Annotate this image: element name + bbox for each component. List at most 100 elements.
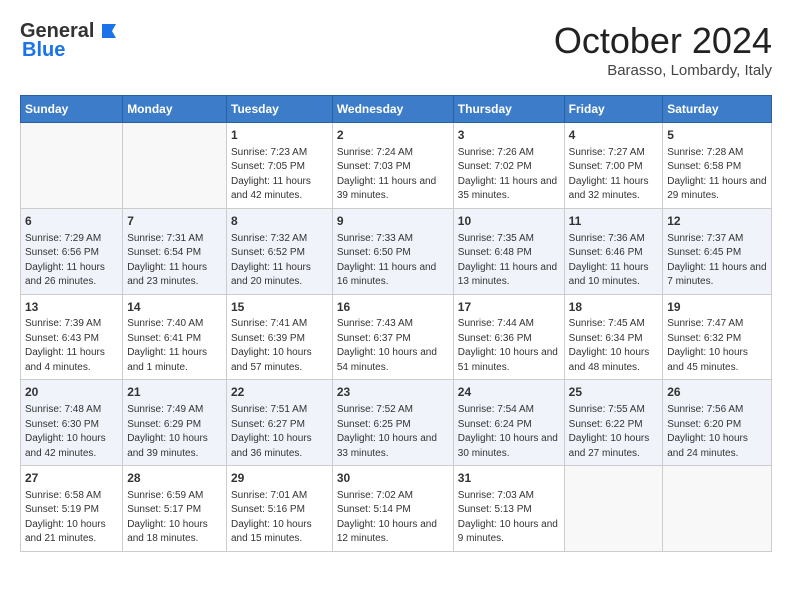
- calendar-week-row: 1Sunrise: 7:23 AM Sunset: 7:05 PM Daylig…: [21, 123, 772, 209]
- day-number: 4: [569, 127, 659, 144]
- calendar-cell: 7 Sunrise: 7:31 AM Sunset: 6:54 PM Daylig…: [123, 208, 227, 294]
- month-title: October 2024: [554, 20, 772, 62]
- day-number: 7: [127, 213, 222, 230]
- weekday-header-thursday: Thursday: [453, 96, 564, 123]
- day-number: 6: [25, 213, 118, 230]
- day-content: Sunrise: 7:36 AM Sunset: 6:46 PM Dayligh…: [569, 232, 659, 290]
- calendar-cell: 15Sunrise: 7:41 AM Sunset: 6:39 PM Dayli…: [227, 294, 333, 380]
- day-content: Sunrise: 7:35 AM Sunset: 6:48 PM Dayligh…: [458, 232, 560, 290]
- day-content: Sunrise: 7:39 AM Sunset: 6:43 PM Dayligh…: [25, 317, 118, 375]
- calendar-cell: 6 Sunrise: 7:29 AM Sunset: 6:56 PM Daylig…: [21, 208, 123, 294]
- calendar-cell: 10 Sunrise: 7:35 AM Sunset: 6:48 PM Dayli…: [453, 208, 564, 294]
- day-content: Sunrise: 7:29 AM Sunset: 6:56 PM Dayligh…: [25, 232, 118, 290]
- day-number: 3: [458, 127, 560, 144]
- weekday-header-sunday: Sunday: [21, 96, 123, 123]
- day-content: Sunrise: 7:56 AM Sunset: 6:20 PM Dayligh…: [667, 403, 767, 461]
- day-content: Sunrise: 7:24 AM Sunset: 7:03 PM Dayligh…: [337, 146, 449, 204]
- calendar-cell: 29 Sunrise: 7:01 AM Sunset: 5:16 PM Dayli…: [227, 466, 333, 552]
- calendar-cell: 17Sunrise: 7:44 AM Sunset: 6:36 PM Dayli…: [453, 294, 564, 380]
- day-content: Sunrise: 7:23 AM Sunset: 7:05 PM Dayligh…: [231, 146, 328, 204]
- day-content: Sunrise: 7:40 AM Sunset: 6:41 PM Dayligh…: [127, 317, 222, 375]
- calendar-cell: 1Sunrise: 7:23 AM Sunset: 7:05 PM Daylig…: [227, 123, 333, 209]
- day-content: Sunrise: 7:33 AM Sunset: 6:50 PM Dayligh…: [337, 232, 449, 290]
- calendar-week-row: 27Sunrise: 6:58 AM Sunset: 5:19 PM Dayli…: [21, 466, 772, 552]
- calendar-cell: 14Sunrise: 7:40 AM Sunset: 6:41 PM Dayli…: [123, 294, 227, 380]
- calendar-cell: 27Sunrise: 6:58 AM Sunset: 5:19 PM Dayli…: [21, 466, 123, 552]
- calendar-week-row: 20Sunrise: 7:48 AM Sunset: 6:30 PM Dayli…: [21, 380, 772, 466]
- day-content: Sunrise: 7:03 AM Sunset: 5:13 PM Dayligh…: [458, 489, 560, 547]
- day-number: 13: [25, 299, 118, 316]
- day-number: 15: [231, 299, 328, 316]
- calendar-cell: 26 Sunrise: 7:56 AM Sunset: 6:20 PM Dayli…: [663, 380, 772, 466]
- calendar-cell: 25 Sunrise: 7:55 AM Sunset: 6:22 PM Dayli…: [564, 380, 663, 466]
- day-content: Sunrise: 7:54 AM Sunset: 6:24 PM Dayligh…: [458, 403, 560, 461]
- calendar-cell: 23 Sunrise: 7:52 AM Sunset: 6:25 PM Dayli…: [332, 380, 453, 466]
- calendar-cell: 9 Sunrise: 7:33 AM Sunset: 6:50 PM Daylig…: [332, 208, 453, 294]
- day-number: 26: [667, 384, 767, 401]
- day-content: Sunrise: 7:28 AM Sunset: 6:58 PM Dayligh…: [667, 146, 767, 204]
- calendar-cell: 12Sunrise: 7:37 AM Sunset: 6:45 PM Dayli…: [663, 208, 772, 294]
- day-content: Sunrise: 7:55 AM Sunset: 6:22 PM Dayligh…: [569, 403, 659, 461]
- weekday-header-wednesday: Wednesday: [332, 96, 453, 123]
- calendar-cell: 8Sunrise: 7:32 AM Sunset: 6:52 PM Daylig…: [227, 208, 333, 294]
- calendar-cell: 19Sunrise: 7:47 AM Sunset: 6:32 PM Dayli…: [663, 294, 772, 380]
- calendar-cell: 24Sunrise: 7:54 AM Sunset: 6:24 PM Dayli…: [453, 380, 564, 466]
- calendar-cell: 11 Sunrise: 7:36 AM Sunset: 6:46 PM Dayli…: [564, 208, 663, 294]
- day-number: 19: [667, 299, 767, 316]
- location-text: Barasso, Lombardy, Italy: [554, 62, 772, 79]
- day-number: 23: [337, 384, 449, 401]
- calendar-cell: 13Sunrise: 7:39 AM Sunset: 6:43 PM Dayli…: [21, 294, 123, 380]
- weekday-header-saturday: Saturday: [663, 96, 772, 123]
- day-number: 10: [458, 213, 560, 230]
- day-content: Sunrise: 7:32 AM Sunset: 6:52 PM Dayligh…: [231, 232, 328, 290]
- day-content: Sunrise: 7:47 AM Sunset: 6:32 PM Dayligh…: [667, 317, 767, 375]
- day-number: 5: [667, 127, 767, 144]
- calendar-cell: 31 Sunrise: 7:03 AM Sunset: 5:13 PM Dayli…: [453, 466, 564, 552]
- page-header: General Blue October 2024 Barasso, Lomba…: [20, 20, 772, 79]
- calendar-cell: 30Sunrise: 7:02 AM Sunset: 5:14 PM Dayli…: [332, 466, 453, 552]
- calendar-cell: 3 Sunrise: 7:26 AM Sunset: 7:02 PM Daylig…: [453, 123, 564, 209]
- day-content: Sunrise: 7:43 AM Sunset: 6:37 PM Dayligh…: [337, 317, 449, 375]
- day-number: 18: [569, 299, 659, 316]
- day-content: Sunrise: 7:26 AM Sunset: 7:02 PM Dayligh…: [458, 146, 560, 204]
- calendar-cell: 18Sunrise: 7:45 AM Sunset: 6:34 PM Dayli…: [564, 294, 663, 380]
- day-number: 16: [337, 299, 449, 316]
- day-number: 29: [231, 470, 328, 487]
- day-number: 20: [25, 384, 118, 401]
- day-number: 11: [569, 213, 659, 230]
- day-number: 31: [458, 470, 560, 487]
- weekday-header-friday: Friday: [564, 96, 663, 123]
- day-content: Sunrise: 7:31 AM Sunset: 6:54 PM Dayligh…: [127, 232, 222, 290]
- calendar-table: SundayMondayTuesdayWednesdayThursdayFrid…: [20, 95, 772, 552]
- calendar-cell: [123, 123, 227, 209]
- calendar-cell: [663, 466, 772, 552]
- calendar-cell: 2Sunrise: 7:24 AM Sunset: 7:03 PM Daylig…: [332, 123, 453, 209]
- day-content: Sunrise: 7:51 AM Sunset: 6:27 PM Dayligh…: [231, 403, 328, 461]
- day-content: Sunrise: 7:02 AM Sunset: 5:14 PM Dayligh…: [337, 489, 449, 547]
- day-number: 27: [25, 470, 118, 487]
- calendar-cell: 4 Sunrise: 7:27 AM Sunset: 7:00 PM Daylig…: [564, 123, 663, 209]
- day-number: 9: [337, 213, 449, 230]
- day-content: Sunrise: 7:27 AM Sunset: 7:00 PM Dayligh…: [569, 146, 659, 204]
- day-content: Sunrise: 7:49 AM Sunset: 6:29 PM Dayligh…: [127, 403, 222, 461]
- day-content: Sunrise: 7:01 AM Sunset: 5:16 PM Dayligh…: [231, 489, 328, 547]
- day-content: Sunrise: 6:59 AM Sunset: 5:17 PM Dayligh…: [127, 489, 222, 547]
- calendar-week-row: 13Sunrise: 7:39 AM Sunset: 6:43 PM Dayli…: [21, 294, 772, 380]
- calendar-cell: [21, 123, 123, 209]
- calendar-cell: 21 Sunrise: 7:49 AM Sunset: 6:29 PM Dayli…: [123, 380, 227, 466]
- logo-blue-text: Blue: [22, 39, 65, 62]
- day-number: 14: [127, 299, 222, 316]
- weekday-header-row: SundayMondayTuesdayWednesdayThursdayFrid…: [21, 96, 772, 123]
- day-content: Sunrise: 7:45 AM Sunset: 6:34 PM Dayligh…: [569, 317, 659, 375]
- day-number: 25: [569, 384, 659, 401]
- calendar-cell: 28 Sunrise: 6:59 AM Sunset: 5:17 PM Dayli…: [123, 466, 227, 552]
- weekday-header-monday: Monday: [123, 96, 227, 123]
- day-content: Sunrise: 7:41 AM Sunset: 6:39 PM Dayligh…: [231, 317, 328, 375]
- calendar-cell: 22 Sunrise: 7:51 AM Sunset: 6:27 PM Dayli…: [227, 380, 333, 466]
- day-number: 21: [127, 384, 222, 401]
- day-content: Sunrise: 7:52 AM Sunset: 6:25 PM Dayligh…: [337, 403, 449, 461]
- calendar-cell: 16Sunrise: 7:43 AM Sunset: 6:37 PM Dayli…: [332, 294, 453, 380]
- day-number: 12: [667, 213, 767, 230]
- day-number: 22: [231, 384, 328, 401]
- day-number: 28: [127, 470, 222, 487]
